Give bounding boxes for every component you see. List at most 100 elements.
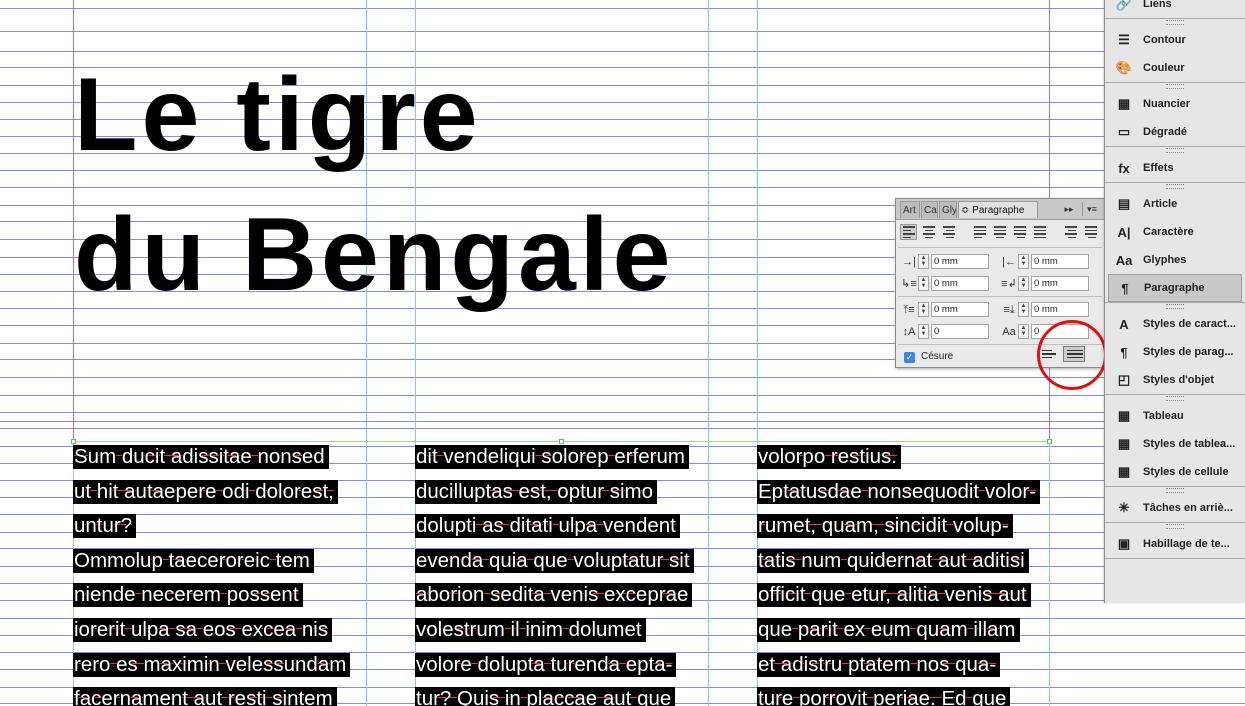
baseline-grid-line [0, 377, 1245, 378]
dock-grip[interactable] [1105, 183, 1245, 190]
dock-grip[interactable] [1105, 83, 1245, 90]
drop-cap-lines-field: ↕A ▲ ▼ 0 [900, 323, 989, 340]
dock-item-label: Contour [1143, 34, 1186, 46]
dock-item-background-tasks[interactable]: ✳ Tâches en arriè... [1105, 494, 1245, 522]
dock-grip[interactable] [1105, 147, 1245, 154]
space-before-input[interactable]: 0 mm [931, 302, 989, 317]
text-column-1[interactable]: Sum ducit adissitae nonsed ut hit autaep… [73, 442, 373, 706]
space-before-icon: ⤒≡ [903, 303, 915, 316]
baseline-grid-line [0, 31, 1245, 32]
dock-grip[interactable] [1105, 303, 1245, 310]
dock-group: ▦ Tableau ▦ Styles de tablea... ▦ Styles de c… [1105, 395, 1245, 487]
dock-item-swatches[interactable]: ▦ Nuancier [1105, 90, 1245, 118]
drop-cap-chars-field: Aa ▲ ▼ 0 [1000, 323, 1089, 340]
hyphenation-checkbox[interactable]: ✓ [904, 352, 915, 363]
align-right-icon[interactable] [940, 224, 957, 240]
align-to-baseline-grid-icon[interactable] [1063, 346, 1085, 362]
space-after-input[interactable]: 0 mm [1031, 302, 1089, 317]
background-tasks-icon: ✳ [1118, 500, 1130, 515]
baseline-grid-line [0, 421, 1245, 422]
dock-group: ✳ Tâches en arriè... [1105, 487, 1245, 523]
tab-article[interactable]: Art [900, 201, 920, 218]
panel-dock: 🔗 Liens ☰ Contour 🎨 Couleur ▦ Nuancier ▭ Dégradé f… [1104, 0, 1245, 603]
first-line-indent-spinner[interactable]: ▲ ▼ [918, 276, 929, 291]
space-before-field: ⤒≡ ▲ ▼ 0 mm [900, 301, 989, 318]
dock-group: ▤ Article A| Caractère Aa Glyphes ¶ Paragraphe [1105, 183, 1245, 303]
space-after-field: ≡⤓ ▲ ▼ 0 mm [1000, 301, 1089, 318]
justify-all-icon[interactable] [1031, 224, 1048, 240]
space-before-spinner[interactable]: ▲ ▼ [918, 302, 929, 317]
text-line: iorerit ulpa sa eos excea nis [73, 617, 333, 642]
dock-grip[interactable] [1105, 395, 1245, 402]
right-indent-input[interactable]: 0 mm [1031, 254, 1089, 269]
text-column-2[interactable]: dit vendeliqui solorep erferum ducillupt… [415, 442, 715, 706]
dock-group: ▣ Habillage de te... [1105, 523, 1245, 559]
dock-item-color[interactable]: 🎨 Couleur [1105, 54, 1245, 82]
first-line-indent-input[interactable]: 0 mm [931, 276, 989, 291]
justify-center-icon[interactable] [991, 224, 1008, 240]
dock-item-text-wrap[interactable]: ▣ Habillage de te... [1105, 530, 1245, 558]
dock-item-paragraph-styles[interactable]: ¶ Styles de parag... [1105, 338, 1245, 366]
drop-cap-chars-spinner[interactable]: ▲ ▼ [1018, 324, 1029, 339]
left-indent-input[interactable]: 0 mm [931, 254, 989, 269]
panel-menu-icon[interactable]: ▾≡ [1082, 202, 1101, 216]
dock-item-links[interactable]: 🔗 Liens [1105, 0, 1245, 18]
right-indent-spinner[interactable]: ▲ ▼ [1018, 254, 1029, 269]
alignment-buttons [900, 224, 1099, 242]
table-styles-icon: ▦ [1117, 436, 1131, 451]
headline-line-1[interactable]: Le tigre [74, 63, 482, 167]
baseline-grid-line [0, 428, 1245, 429]
space-after-spinner[interactable]: ▲ ▼ [1018, 302, 1029, 317]
justify-right-icon[interactable] [1011, 224, 1028, 240]
panel-tab-bar: Art Ca Gly ≎ Paragraphe ▸▸ ▾≡ [896, 199, 1104, 220]
dock-item-cell-styles[interactable]: ▦ Styles de cellule [1105, 458, 1245, 486]
object-styles-icon: ◰ [1117, 372, 1131, 387]
dock-grip[interactable] [1105, 19, 1245, 26]
tab-paragraph[interactable]: ≎ Paragraphe [958, 201, 1038, 218]
dock-item-table-styles[interactable]: ▦ Styles de tablea... [1105, 430, 1245, 458]
dock-grip[interactable] [1105, 487, 1245, 494]
align-center-icon[interactable] [920, 224, 937, 240]
align-left-icon[interactable] [900, 224, 917, 240]
text-column-3[interactable]: volorpo restius. Eptatusdae nonsequodit … [757, 442, 1057, 706]
dock-item-stroke[interactable]: ☰ Contour [1105, 26, 1245, 54]
tab-character[interactable]: Ca [921, 201, 938, 218]
dock-item-label: Couleur [1143, 62, 1185, 74]
dock-item-gradient[interactable]: ▭ Dégradé [1105, 118, 1245, 146]
baseline-grid-line [0, 187, 1245, 188]
text-line: rumet, quam, sincidit volup- [757, 514, 1013, 539]
dock-item-character-styles[interactable]: A Styles de caract... [1105, 310, 1245, 338]
left-indent-field: →| ▲ ▼ 0 mm [900, 253, 989, 270]
dock-item-character[interactable]: A| Caractère [1105, 218, 1245, 246]
dock-item-label: Habillage de te... [1143, 538, 1230, 550]
paragraph-panel[interactable]: Art Ca Gly ≎ Paragraphe ▸▸ ▾≡ →| ▲ ▼ 0 mm [895, 198, 1105, 368]
dock-item-table[interactable]: ▦ Tableau [1105, 402, 1245, 430]
effects-icon: fx [1118, 160, 1130, 176]
dock-grip[interactable] [1105, 523, 1245, 530]
dock-item-glyphs[interactable]: Aa Glyphes [1105, 246, 1245, 274]
left-indent-spinner[interactable]: ▲ ▼ [918, 254, 929, 269]
last-line-indent-input[interactable]: 0 mm [1031, 276, 1089, 291]
drop-cap-lines-input[interactable]: 0 [931, 324, 989, 339]
text-line: volestrum il inim dolumet [415, 617, 646, 642]
dock-item-label: Effets [1143, 162, 1174, 174]
text-line: volore dolupta turenda epta- [415, 652, 677, 677]
dock-item-story[interactable]: ▤ Article [1105, 190, 1245, 218]
separator [898, 296, 1102, 297]
last-line-indent-spinner[interactable]: ▲ ▼ [1018, 276, 1029, 291]
align-away-spine-icon[interactable] [1082, 224, 1099, 240]
dock-item-paragraph[interactable]: ¶ Paragraphe [1108, 274, 1242, 302]
dock-item-effects[interactable]: fx Effets [1105, 154, 1245, 182]
paragraph-styles-icon: ¶ [1120, 344, 1128, 360]
dock-item-object-styles[interactable]: ◰ Styles d'objet [1105, 366, 1245, 394]
justify-left-icon[interactable] [971, 224, 988, 240]
headline-line-2[interactable]: du Bengale [74, 203, 675, 307]
align-toward-spine-icon[interactable] [1062, 224, 1079, 240]
drop-cap-chars-input[interactable]: 0 [1031, 324, 1089, 339]
drop-cap-lines-spinner[interactable]: ▲ ▼ [918, 324, 929, 339]
do-not-align-to-grid-icon[interactable] [1038, 346, 1060, 362]
tab-glyphs[interactable]: Gly [939, 201, 957, 218]
collapse-panel-icon[interactable]: ▸▸ [1062, 202, 1076, 216]
document-canvas[interactable]: Le tigre du Bengale Sum ducit adissitae … [0, 0, 1245, 706]
drop-cap-lines-icon: ↕A [902, 325, 916, 338]
